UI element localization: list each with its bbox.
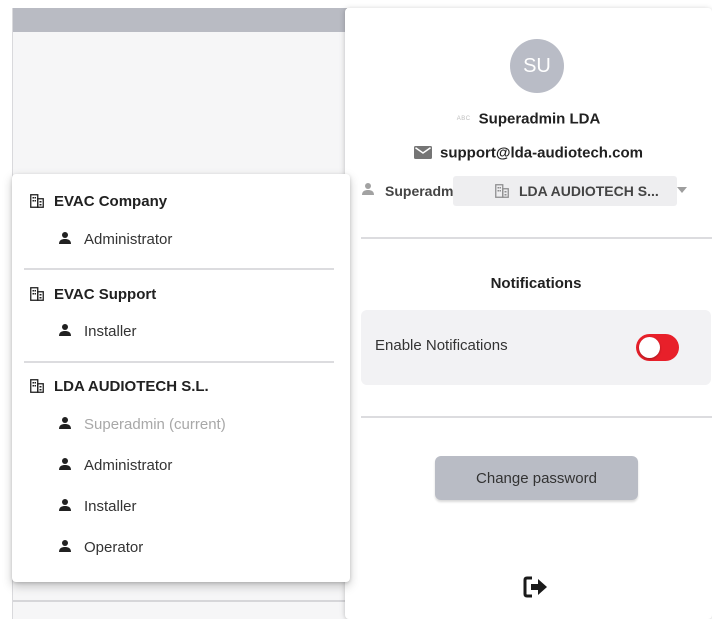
person-icon	[59, 540, 71, 552]
notifications-card: Enable Notifications	[361, 310, 711, 385]
person-icon	[59, 232, 71, 244]
enable-notifications-label: Enable Notifications	[375, 337, 508, 354]
avatar: SU	[510, 39, 564, 93]
role-label: Operator	[84, 539, 144, 556]
chevron-down-icon[interactable]	[677, 187, 687, 193]
role-label: Administrator	[84, 457, 173, 474]
menu-item-role[interactable]: Installer	[58, 321, 137, 343]
menu-group-header: LDA AUDIOTECH S.L.	[30, 376, 209, 398]
user-email: support@lda-audiotech.com	[440, 144, 643, 162]
background-top-bar	[13, 8, 347, 32]
user-name-row: ABC Superadmin LDA	[345, 110, 712, 132]
profile-panel: SU ABC Superadmin LDA support@lda-audiote…	[345, 8, 712, 619]
person-icon	[362, 183, 374, 195]
person-icon	[59, 458, 71, 470]
building-icon	[495, 184, 509, 198]
role-label: Superadmin (current)	[84, 416, 226, 433]
background-divider	[13, 600, 347, 602]
building-icon	[30, 194, 44, 208]
building-icon	[30, 379, 44, 393]
menu-group-header: EVAC Support	[30, 284, 156, 306]
company-name: EVAC Support	[54, 286, 157, 303]
logout-button[interactable]	[521, 574, 551, 600]
divider	[361, 416, 712, 418]
person-icon	[59, 499, 71, 511]
menu-group-header: EVAC Company	[30, 191, 167, 213]
name-badge-icon: ABC	[456, 115, 471, 122]
role-row: Superadmin LDA AUDIOTECH S...	[361, 176, 711, 206]
notifications-title: Notifications	[490, 275, 582, 292]
logout-icon	[523, 576, 547, 598]
person-icon	[59, 417, 71, 429]
menu-divider	[24, 268, 334, 270]
person-icon	[59, 324, 71, 336]
user-name: Superadmin LDA	[478, 110, 601, 128]
role-label: Installer	[84, 498, 137, 515]
divider	[361, 237, 712, 239]
menu-item-role-current: Superadmin (current)	[58, 414, 226, 436]
company-name: LDA AUDIOTECH S.L.	[54, 378, 209, 395]
current-role[interactable]: Superadmin	[361, 176, 466, 206]
screen: SU ABC Superadmin LDA support@lda-audiote…	[0, 0, 712, 619]
role-label: Installer	[84, 323, 137, 340]
user-email-row: support@lda-audiotech.com	[345, 144, 712, 166]
toggle-knob	[639, 337, 660, 358]
menu-item-role[interactable]: Administrator	[58, 455, 172, 477]
mail-icon	[414, 146, 433, 160]
change-password-button[interactable]: Change password	[435, 456, 638, 500]
building-icon	[30, 287, 44, 301]
company-select-value: LDA AUDIOTECH S...	[519, 183, 659, 199]
company-select[interactable]: LDA AUDIOTECH S...	[453, 176, 677, 206]
menu-item-role[interactable]: Administrator	[58, 229, 172, 251]
company-name: EVAC Company	[54, 193, 168, 210]
enable-notifications-toggle[interactable]	[636, 334, 679, 361]
role-label: Administrator	[84, 231, 173, 248]
menu-divider	[24, 361, 334, 363]
menu-item-role[interactable]: Installer	[58, 496, 137, 518]
menu-item-role[interactable]: Operator	[58, 537, 143, 559]
role-switcher-menu: EVAC Company Administrator EVAC Support	[12, 174, 350, 582]
